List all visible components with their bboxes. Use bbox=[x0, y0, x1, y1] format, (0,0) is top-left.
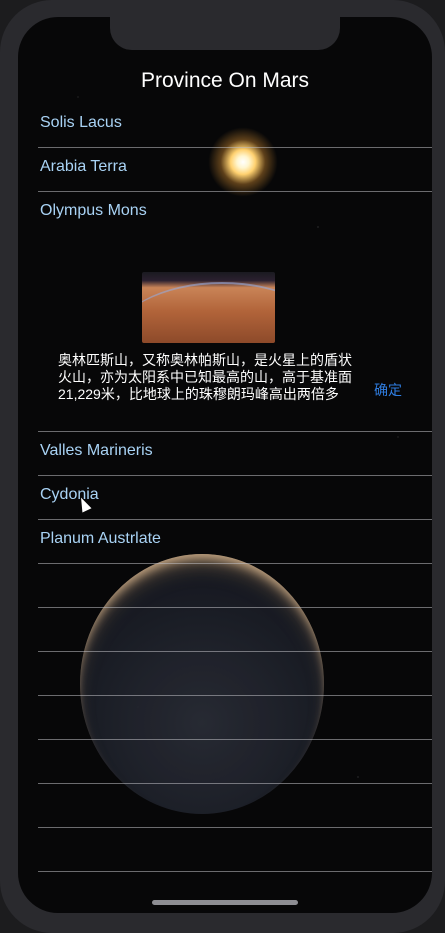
app-screen: Province On Mars Solis Lacus Arabia Terr… bbox=[18, 17, 432, 913]
empty-list-item[interactable] bbox=[38, 740, 432, 784]
description-text: 奥林匹斯山，又称奥林帕斯山，是火星上的盾状火山，亦为太阳系中已知最高的山，高于基… bbox=[58, 352, 352, 402]
empty-list-item[interactable] bbox=[38, 608, 432, 652]
empty-list-item[interactable] bbox=[38, 784, 432, 828]
empty-list-item[interactable] bbox=[38, 564, 432, 608]
home-indicator[interactable] bbox=[152, 900, 298, 905]
device-frame: Province On Mars Solis Lacus Arabia Terr… bbox=[0, 0, 445, 933]
list-item-label: Arabia Terra bbox=[40, 158, 127, 175]
list-item[interactable]: Arabia Terra bbox=[38, 148, 432, 192]
empty-list-item[interactable] bbox=[38, 696, 432, 740]
empty-list-item[interactable] bbox=[38, 828, 432, 872]
list-item-label: Olympus Mons bbox=[40, 202, 147, 219]
list-item-label: Valles Marineris bbox=[40, 442, 153, 459]
list-item[interactable]: Planum Austrlate bbox=[38, 520, 432, 564]
list-item-label: Solis Lacus bbox=[40, 114, 122, 131]
list-item-label: Cydonia bbox=[40, 486, 99, 503]
list-item-label: Planum Austrlate bbox=[40, 530, 161, 547]
confirm-button[interactable]: 确定 bbox=[374, 380, 402, 400]
list-item[interactable]: Solis Lacus bbox=[38, 104, 432, 148]
list-item[interactable]: Valles Marineris bbox=[38, 432, 432, 476]
list-item[interactable]: Cydonia bbox=[38, 476, 432, 520]
mars-image bbox=[142, 272, 275, 343]
page-title: Province On Mars bbox=[140, 69, 310, 92]
detail-popup: 奥林匹斯山，又称奥林帕斯山，是火星上的盾状火山，亦为太阳系中已知最高的山，高于基… bbox=[38, 254, 432, 432]
list-item[interactable]: Olympus Mons bbox=[38, 192, 432, 236]
empty-list-item[interactable] bbox=[38, 652, 432, 696]
device-notch bbox=[110, 17, 340, 50]
